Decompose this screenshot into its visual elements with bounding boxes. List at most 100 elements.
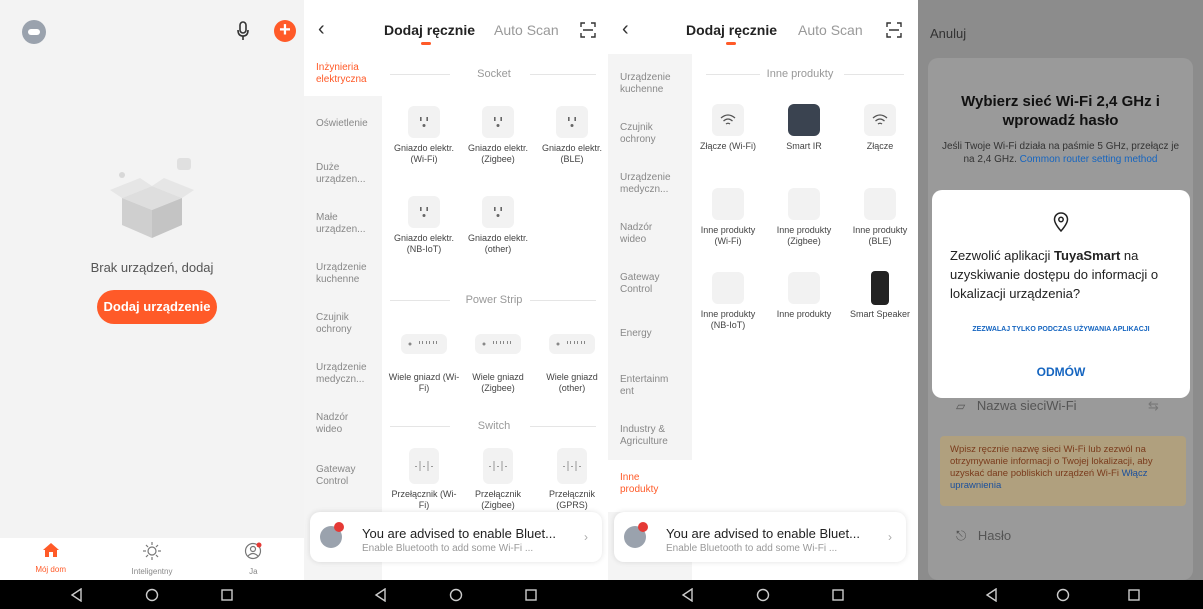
sidebar-item-medical[interactable]: Urządzenie medyczn... xyxy=(304,362,370,386)
section-title-power-strip: Power Strip xyxy=(465,294,523,306)
device-item[interactable]: Wiele gniazd (Zigbee) xyxy=(462,334,534,394)
divider xyxy=(530,300,596,301)
back-icon[interactable]: ‹ xyxy=(622,18,629,41)
tab-me[interactable]: Ja xyxy=(203,538,304,580)
android-nav-bar xyxy=(0,580,1203,609)
add-icon[interactable]: + xyxy=(274,20,296,42)
device-item[interactable]: Wiele gniazd (Wi-Fi) xyxy=(388,334,460,394)
sidebar-item-kitchen[interactable]: Urządzenie kuchenne xyxy=(608,72,678,96)
lock-icon: ⎋ xyxy=(956,528,967,543)
sidebar-item-kitchen[interactable]: Urządzenie kuchenne xyxy=(304,262,370,286)
bluetooth-banner[interactable]: You are advised to enable Bluet... Enabl… xyxy=(310,512,602,562)
deny-button[interactable]: ODMÓW xyxy=(932,365,1190,379)
sidebar-item-large-appliance[interactable]: Duże urządzen... xyxy=(304,162,365,186)
device-item[interactable]: Przełącznik (Zigbee) xyxy=(462,448,534,511)
sidebar-item-entertainment[interactable]: Entertainm ent xyxy=(608,374,676,398)
tab-add-manual[interactable]: Dodaj ręcznie xyxy=(686,22,777,38)
recents-nav-icon[interactable] xyxy=(1127,588,1141,602)
router-setting-link[interactable]: Common router setting method xyxy=(1020,154,1158,165)
sidebar-item-video[interactable]: Nadzór wideo xyxy=(304,412,360,436)
tab-auto-scan[interactable]: Auto Scan xyxy=(798,22,863,38)
device-item[interactable]: Inne produkty (Zigbee) xyxy=(768,188,840,247)
microphone-icon[interactable] xyxy=(236,21,250,41)
recents-nav-icon[interactable] xyxy=(524,588,538,602)
device-item[interactable]: Gniazdo elektr. (BLE) xyxy=(536,106,608,165)
sidebar-item-medical[interactable]: Urządzenie medyczn... xyxy=(608,172,678,196)
device-item[interactable]: Inne produkty xyxy=(768,272,840,320)
device-item[interactable]: Smart Speaker xyxy=(844,271,916,320)
sidebar-item-electrical[interactable]: Inżynieria elektryczna xyxy=(304,54,382,96)
chevron-right-icon: › xyxy=(888,530,892,544)
back-nav-icon[interactable] xyxy=(681,587,695,602)
home-nav-icon[interactable] xyxy=(145,588,159,602)
device-item[interactable]: Gniazdo elektr. (Wi-Fi) xyxy=(388,106,460,165)
back-icon[interactable]: ‹ xyxy=(318,18,325,41)
divider xyxy=(844,74,904,75)
device-item[interactable]: Inne produkty (BLE) xyxy=(844,188,916,247)
device-item[interactable]: Inne produkty (Wi-Fi) xyxy=(692,188,764,247)
device-label: Gniazdo elektr. (Zigbee) xyxy=(467,143,529,164)
swap-icon[interactable]: ⇆ xyxy=(1148,398,1159,414)
sidebar-item-security[interactable]: Czujnik ochrony xyxy=(304,312,362,336)
other-product-icon xyxy=(788,272,820,304)
device-item[interactable]: Smart IR xyxy=(768,104,840,152)
home-avatar-icon[interactable] xyxy=(22,20,46,44)
bluetooth-banner[interactable]: You are advised to enable Bluet... Enabl… xyxy=(614,512,906,562)
tab-smart[interactable]: Inteligentny xyxy=(101,538,202,580)
add-device-button[interactable]: Dodaj urządzenie xyxy=(97,290,217,324)
device-item[interactable]: Wiele gniazd (other) xyxy=(536,334,608,394)
home-nav-icon[interactable] xyxy=(1056,588,1070,602)
device-label: Wiele gniazd (Zigbee) xyxy=(472,372,524,393)
switch-icon xyxy=(409,448,439,484)
allow-while-using-button[interactable]: ZEZWALAJ TYLKO PODCZAS UŻYWANIA APLIKACJ… xyxy=(932,326,1190,333)
recents-nav-icon[interactable] xyxy=(220,588,234,602)
sidebar-item-video[interactable]: Nadzór wideo xyxy=(608,222,664,246)
wifi-name-placeholder: Nazwa sieciWi-Fi xyxy=(976,398,1077,413)
banner-subtitle: Enable Bluetooth to add some Wi-Fi ... xyxy=(362,543,534,554)
scan-icon[interactable] xyxy=(886,22,902,38)
sidebar-item-lighting[interactable]: Oświetlenie xyxy=(304,118,382,130)
device-item[interactable]: Gniazdo elektr. (NB-IoT) xyxy=(388,196,460,255)
dialog-app-name: TuyaSmart xyxy=(1054,248,1121,263)
device-label: Gniazdo elektr. (NB-IoT) xyxy=(393,233,455,254)
home-nav-icon[interactable] xyxy=(756,588,770,602)
sidebar-item-small-appliance[interactable]: Małe urządzen... xyxy=(304,212,365,236)
device-item[interactable]: Przełącznik (GPRS) xyxy=(536,448,608,511)
sidebar-item-gateway[interactable]: Gateway Control xyxy=(608,272,668,296)
device-item[interactable]: Gniazdo elektr. (other) xyxy=(462,196,534,255)
header: ‹ Dodaj ręcznie Auto Scan xyxy=(608,0,918,60)
tab-home-label: Mój dom xyxy=(35,565,66,574)
tab-auto-scan[interactable]: Auto Scan xyxy=(494,22,559,38)
cancel-button[interactable]: Anuluj xyxy=(930,26,966,41)
title-line-1: Wybierz sieć Wi-Fi 2,4 GHz i xyxy=(961,93,1160,110)
device-item[interactable]: Złącze xyxy=(844,104,916,152)
device-item[interactable]: Złącze (Wi-Fi) xyxy=(692,104,764,152)
recents-nav-icon[interactable] xyxy=(831,588,845,602)
sidebar-item-other[interactable]: Inne produkty xyxy=(608,460,692,512)
back-nav-icon[interactable] xyxy=(70,587,84,602)
device-item[interactable]: Inne produkty (NB-IoT) xyxy=(692,272,764,331)
device-item[interactable]: Przełącznik (Wi-Fi) xyxy=(388,448,460,511)
back-nav-icon[interactable] xyxy=(374,587,388,602)
wifi-name-field[interactable]: ▱ Nazwa sieciWi-Fi ⇆ xyxy=(956,398,1159,413)
device-label: Inne produkty (Wi-Fi) xyxy=(700,225,756,246)
tab-add-manual[interactable]: Dodaj ręcznie xyxy=(384,22,475,38)
back-nav-icon[interactable] xyxy=(985,587,999,602)
device-item[interactable]: Gniazdo elektr. (Zigbee) xyxy=(462,106,534,165)
sidebar-item-industry[interactable]: Industry & Agriculture xyxy=(608,424,678,448)
scan-icon[interactable] xyxy=(580,22,596,38)
other-product-icon xyxy=(712,272,744,304)
wifi-connector-icon xyxy=(712,104,744,136)
nav-group xyxy=(956,580,1170,609)
password-field[interactable]: ⎋ Hasło xyxy=(956,528,1011,544)
sidebar-item-gateway[interactable]: Gateway Control xyxy=(304,464,360,488)
smart-ir-icon xyxy=(788,104,820,136)
section-title-other: Inne produkty xyxy=(766,68,834,80)
device-label: Inne produkty (Zigbee) xyxy=(776,225,832,246)
sidebar-item-energy[interactable]: Energy xyxy=(608,328,686,340)
home-nav-icon[interactable] xyxy=(449,588,463,602)
tab-home[interactable]: Mój dom xyxy=(0,538,101,580)
device-label: Smart Speaker xyxy=(849,309,911,319)
home-icon xyxy=(42,543,59,557)
sidebar-item-security[interactable]: Czujnik ochrony xyxy=(608,122,668,146)
